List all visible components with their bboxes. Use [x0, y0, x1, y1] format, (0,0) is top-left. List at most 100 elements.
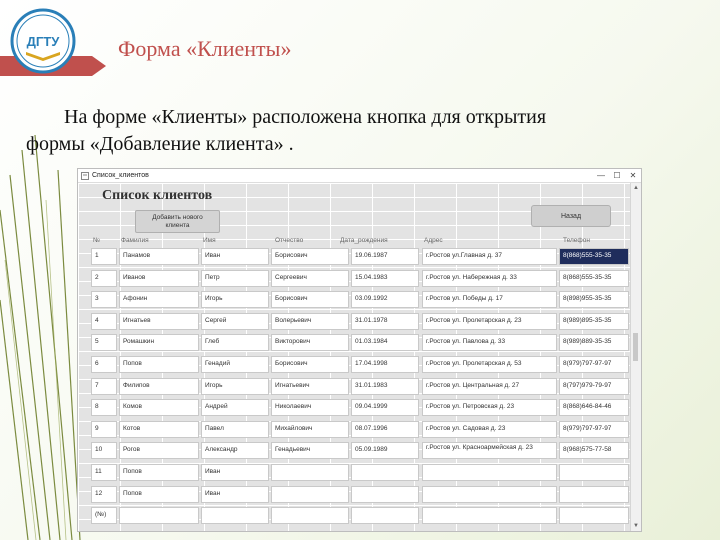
- cell-address[interactable]: г.Ростов ул. Петровская д. 23: [422, 399, 557, 417]
- cell-address[interactable]: г.Ростов ул. Победы д. 17: [422, 291, 557, 309]
- cell-patronymic[interactable]: Игнатьевич: [271, 377, 349, 395]
- cell-lastname[interactable]: Ромашкин: [119, 334, 199, 352]
- cell-address[interactable]: [422, 485, 557, 503]
- cell-birthdate[interactable]: 31.01.1983: [351, 377, 419, 395]
- cell-birthdate[interactable]: [351, 507, 419, 525]
- cell-firstname[interactable]: Иван: [201, 248, 269, 265]
- cell-firstname[interactable]: Иван: [201, 464, 269, 481]
- cell-birthdate[interactable]: [351, 464, 419, 481]
- cell-firstname[interactable]: Петр: [201, 269, 269, 287]
- cell-birthdate[interactable]: 01.03.1984: [351, 334, 419, 352]
- minimize-button[interactable]: —: [593, 171, 609, 180]
- cell-number[interactable]: 4: [91, 312, 117, 330]
- scroll-down-icon[interactable]: ▼: [631, 521, 641, 531]
- cell-number[interactable]: 5: [91, 334, 117, 352]
- cell-patronymic[interactable]: Борисович: [271, 291, 349, 309]
- cell-firstname[interactable]: Сергей: [201, 312, 269, 330]
- scroll-up-icon[interactable]: ▲: [631, 183, 641, 193]
- cell-birthdate[interactable]: 03.09.1992: [351, 291, 419, 309]
- cell-number[interactable]: 2: [91, 269, 117, 287]
- cell-phone[interactable]: 8(979)797-97-97: [559, 356, 629, 373]
- cell-address[interactable]: г.Ростов ул. Набережная д. 33: [422, 269, 557, 287]
- cell-patronymic[interactable]: Волерьевич: [271, 312, 349, 330]
- cell-lastname[interactable]: Афонин: [119, 291, 199, 309]
- cell-number[interactable]: 3: [91, 291, 117, 309]
- cell-number[interactable]: 10: [91, 442, 117, 460]
- cell-lastname[interactable]: Рогов: [119, 442, 199, 460]
- maximize-button[interactable]: ☐: [609, 171, 625, 180]
- cell-lastname[interactable]: Котов: [119, 420, 199, 438]
- cell-birthdate[interactable]: 15.04.1983: [351, 269, 419, 287]
- cell-number[interactable]: 9: [91, 420, 117, 438]
- cell-address[interactable]: г.Ростов ул. Центральная д. 27: [422, 377, 557, 395]
- cell-phone[interactable]: 8(868)555-35-35: [559, 269, 629, 287]
- cell-phone[interactable]: [559, 485, 629, 503]
- cell-phone[interactable]: 8(989)889-35-35: [559, 334, 629, 352]
- cell-number[interactable]: (№): [91, 507, 117, 525]
- cell-patronymic[interactable]: Сергеевич: [271, 269, 349, 287]
- cell-lastname[interactable]: Попов: [119, 356, 199, 373]
- cell-phone[interactable]: 8(898)955-35-35: [559, 291, 629, 309]
- cell-patronymic[interactable]: Генадьевич: [271, 442, 349, 460]
- cell-lastname[interactable]: [119, 507, 199, 525]
- cell-address[interactable]: [422, 464, 557, 481]
- cell-lastname[interactable]: Иванов: [119, 269, 199, 287]
- cell-phone[interactable]: 8(868)646-84-46: [559, 399, 629, 417]
- cell-address[interactable]: г.Ростов ул. Пролетарская д. 23: [422, 312, 557, 330]
- cell-birthdate[interactable]: 08.07.1996: [351, 420, 419, 438]
- cell-number[interactable]: 12: [91, 485, 117, 503]
- cell-patronymic[interactable]: [271, 485, 349, 503]
- cell-patronymic[interactable]: Викторович: [271, 334, 349, 352]
- cell-birthdate[interactable]: 09.04.1999: [351, 399, 419, 417]
- cell-birthdate[interactable]: 19.06.1987: [351, 248, 419, 265]
- cell-address[interactable]: г.Ростов ул. Садовая д. 23: [422, 420, 557, 438]
- cell-address[interactable]: г.Ростов ул. Красноармейская д. 23: [422, 442, 557, 460]
- close-button[interactable]: ✕: [625, 171, 641, 180]
- cell-number[interactable]: 11: [91, 464, 117, 481]
- cell-birthdate[interactable]: 31.01.1978: [351, 312, 419, 330]
- cell-phone[interactable]: 8(968)575-77-58: [559, 442, 629, 460]
- cell-lastname[interactable]: Игнатьев: [119, 312, 199, 330]
- cell-birthdate[interactable]: 05.09.1989: [351, 442, 419, 460]
- cell-birthdate[interactable]: [351, 485, 419, 503]
- cell-patronymic[interactable]: Николаевич: [271, 399, 349, 417]
- cell-address[interactable]: г.Ростов ул. Павлова д. 33: [422, 334, 557, 352]
- cell-number[interactable]: 6: [91, 356, 117, 373]
- cell-lastname[interactable]: Филипов: [119, 377, 199, 395]
- cell-address[interactable]: г.Ростов ул. Пролетарская д. 53: [422, 356, 557, 373]
- cell-firstname[interactable]: Павел: [201, 420, 269, 438]
- cell-patronymic[interactable]: Борисович: [271, 248, 349, 265]
- back-button[interactable]: Назад: [531, 205, 611, 227]
- cell-firstname[interactable]: Игорь: [201, 291, 269, 309]
- cell-number[interactable]: 7: [91, 377, 117, 395]
- cell-address[interactable]: г.Ростов ул.Главная д. 37: [422, 248, 557, 265]
- cell-birthdate[interactable]: 17.04.1998: [351, 356, 419, 373]
- cell-lastname[interactable]: Панамов: [119, 248, 199, 265]
- cell-firstname[interactable]: Александр: [201, 442, 269, 460]
- cell-firstname[interactable]: Генадий: [201, 356, 269, 373]
- cell-firstname[interactable]: Игорь: [201, 377, 269, 395]
- vertical-scrollbar[interactable]: ▲ ▼: [630, 183, 641, 531]
- cell-phone[interactable]: 8(979)797-97-97: [559, 420, 629, 438]
- cell-patronymic[interactable]: Борисович: [271, 356, 349, 373]
- cell-firstname[interactable]: Иван: [201, 485, 269, 503]
- cell-phone[interactable]: 8(868)555-35-35: [559, 248, 629, 265]
- cell-firstname[interactable]: [201, 507, 269, 525]
- cell-phone[interactable]: [559, 507, 629, 525]
- cell-firstname[interactable]: Андрей: [201, 399, 269, 417]
- add-client-button[interactable]: Добавить нового клиента: [135, 210, 220, 233]
- cell-patronymic[interactable]: [271, 507, 349, 525]
- cell-address[interactable]: [422, 507, 557, 525]
- scroll-thumb[interactable]: [633, 333, 638, 361]
- cell-number[interactable]: 1: [91, 248, 117, 265]
- cell-lastname[interactable]: Попов: [119, 485, 199, 503]
- cell-phone[interactable]: 8(797)979-79-97: [559, 377, 629, 395]
- cell-lastname[interactable]: Комов: [119, 399, 199, 417]
- cell-phone[interactable]: [559, 464, 629, 481]
- cell-patronymic[interactable]: [271, 464, 349, 481]
- cell-phone[interactable]: 8(989)895-35-35: [559, 312, 629, 330]
- cell-patronymic[interactable]: Михайлович: [271, 420, 349, 438]
- cell-lastname[interactable]: Попов: [119, 464, 199, 481]
- cell-number[interactable]: 8: [91, 399, 117, 417]
- cell-firstname[interactable]: Глеб: [201, 334, 269, 352]
